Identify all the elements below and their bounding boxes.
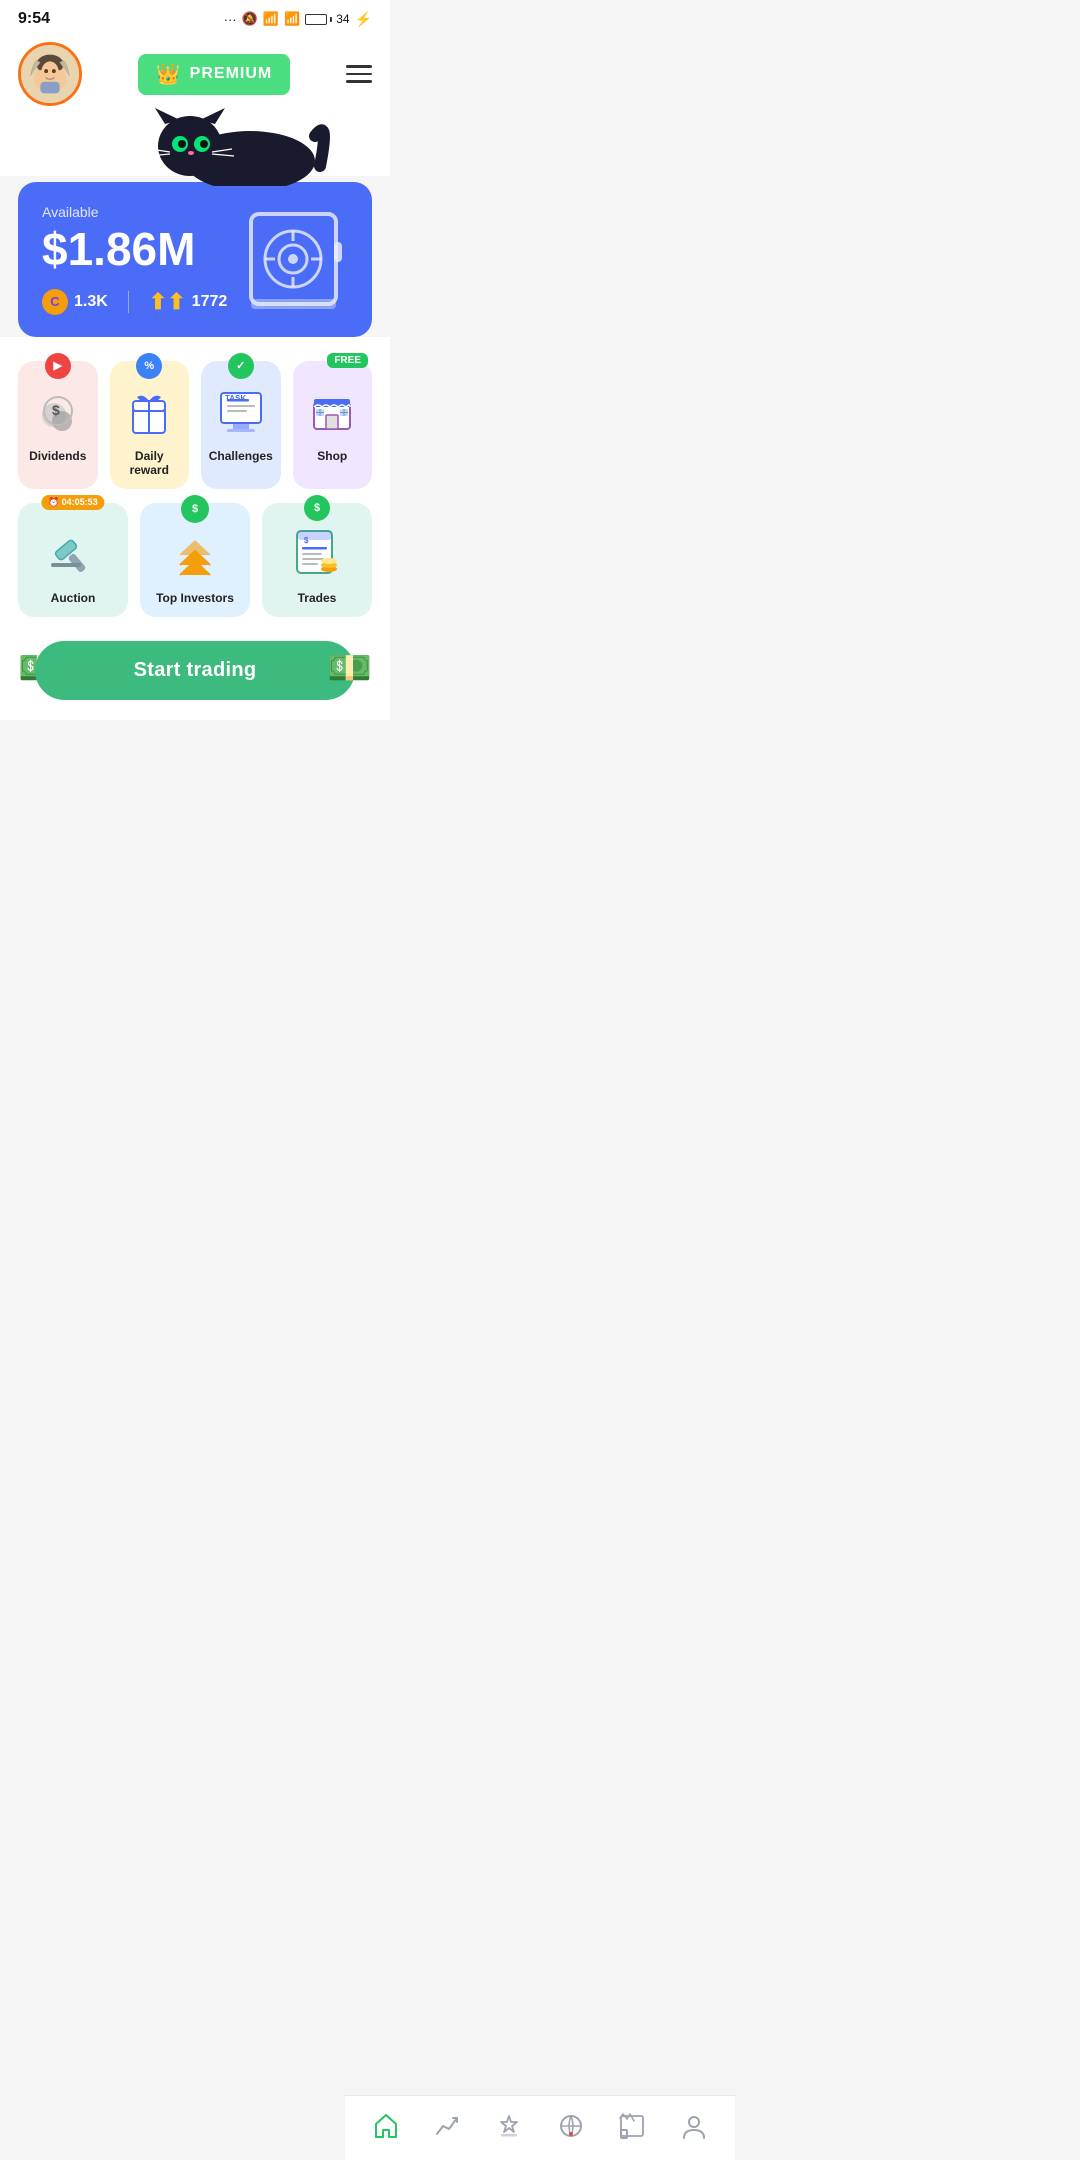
signal-icon: 📶 [263, 11, 279, 27]
challenges-icon: TASK [211, 381, 271, 441]
feature-grid-2: ⏰ 04:05:53 Auction $ [18, 503, 372, 617]
blank-area [0, 720, 390, 920]
vault-icon [246, 204, 356, 314]
free-badge: FREE [327, 353, 368, 368]
menu-line-3 [346, 80, 372, 83]
nav-market[interactable] [608, 2108, 656, 2144]
dollar-badge: $ [304, 495, 330, 521]
status-time: 9:54 [18, 10, 50, 28]
vault-svg [246, 204, 356, 314]
market-icon [618, 2112, 646, 2140]
status-bar: 9:54 ··· 🔕 📶 📶 34 ⚡ [0, 0, 390, 32]
leaderboard-icon [495, 2112, 523, 2140]
wifi-icon: 📶 [284, 11, 300, 27]
rank-stat: ⬆⬆ 1772 [149, 289, 227, 315]
avatar-svg [21, 44, 79, 104]
mute-icon: 🔕 [242, 11, 258, 27]
svg-text:TASK: TASK [225, 394, 246, 403]
daily-reward-card[interactable]: % Daily reward [110, 361, 190, 489]
nav-news[interactable] [547, 2108, 595, 2144]
trades-label: Trades [298, 591, 337, 605]
daily-reward-icon [119, 381, 179, 441]
portfolio-icon [433, 2112, 461, 2140]
auction-icon [43, 523, 103, 583]
menu-button[interactable] [346, 65, 372, 83]
trading-section: 💵 Start trading 💵 [0, 617, 390, 720]
nav-home[interactable] [362, 2108, 410, 2144]
home-icon [372, 2112, 400, 2140]
coins-value: 1.3K [74, 293, 108, 311]
top-investors-icon [165, 523, 225, 583]
start-trading-button[interactable]: Start trading [35, 641, 355, 700]
nav-portfolio[interactable] [423, 2108, 471, 2144]
trades-icon: $ [287, 523, 347, 583]
rank-chevron-icon: ⬆⬆ [149, 289, 186, 315]
news-icon [557, 2112, 585, 2140]
crown-icon: 👑 [156, 62, 182, 87]
auction-label: Auction [51, 591, 96, 605]
shop-icon [302, 381, 362, 441]
challenges-label: Challenges [209, 449, 273, 463]
nav-profile[interactable] [670, 2108, 718, 2144]
stat-divider [128, 291, 129, 313]
timer-badge: ⏰ 04:05:53 [41, 495, 104, 510]
percent-badge: % [136, 353, 162, 379]
battery-icon: 34 [305, 12, 349, 26]
shop-card[interactable]: FREE Sho [293, 361, 373, 489]
shop-label: Shop [317, 449, 347, 463]
avatar-image [21, 45, 79, 103]
charging-icon: ⚡ [355, 11, 372, 28]
avatar[interactable] [18, 42, 82, 106]
coins-stat: C 1.3K [42, 289, 108, 315]
dividends-label: Dividends [29, 449, 86, 463]
top-investors-label: Top Investors [156, 591, 234, 605]
premium-badge[interactable]: 👑 PREMIUM [138, 54, 290, 95]
money-right-icon: 💵 [327, 647, 372, 689]
dividends-card[interactable]: ▶ $ Dividends [18, 361, 98, 489]
clock-icon: ⏰ [48, 497, 59, 508]
profile-icon [680, 2112, 708, 2140]
rank-value: 1772 [192, 293, 228, 311]
balance-card: Available $1.86M C 1.3K ⬆⬆ 1772 [18, 182, 372, 337]
play-badge: ▶ [45, 353, 71, 379]
check-badge: ✓ [228, 353, 254, 379]
menu-line-1 [346, 65, 372, 68]
battery-percent: 34 [336, 12, 349, 26]
feature-grid-1: ▶ $ Dividends % [18, 361, 372, 489]
cat-svg [130, 106, 330, 186]
coin-icon: C [42, 289, 68, 315]
grid-section-1: ▶ $ Dividends % [0, 337, 390, 617]
cat-decoration [0, 116, 390, 176]
dividends-icon: $ [28, 381, 88, 441]
challenges-card[interactable]: ✓ TASK Challenges [201, 361, 281, 489]
bottom-nav [345, 2095, 735, 2160]
premium-label: PREMIUM [190, 65, 273, 83]
auction-card[interactable]: ⏰ 04:05:53 Auction [18, 503, 128, 617]
app-header: 👑 PREMIUM [0, 32, 390, 116]
top-investors-card[interactable]: $ Top Investors [140, 503, 250, 617]
rank-badge: $ [181, 495, 209, 523]
status-icons: ··· 🔕 📶 📶 34 ⚡ [224, 11, 372, 28]
menu-line-2 [346, 73, 372, 76]
trades-card[interactable]: $ $ Trades [262, 503, 372, 617]
nav-leaderboard[interactable] [485, 2108, 533, 2144]
svg-text:$: $ [304, 536, 309, 545]
timer-value: 04:05:53 [62, 497, 98, 507]
daily-reward-label: Daily reward [116, 449, 184, 477]
svg-text:$: $ [52, 402, 60, 418]
dots-icon: ··· [224, 12, 237, 27]
